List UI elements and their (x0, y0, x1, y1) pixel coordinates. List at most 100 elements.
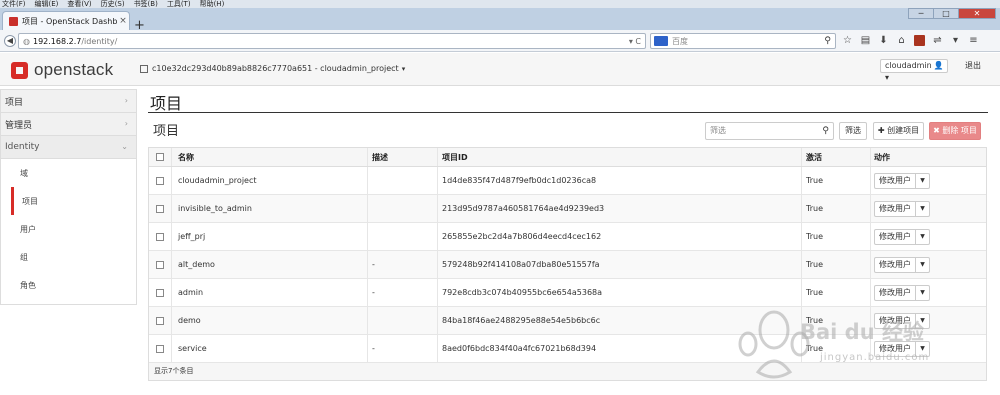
search-icon[interactable]: ⚲ (824, 36, 835, 46)
sidebar-item-roles[interactable]: 角色 (1, 271, 136, 299)
project-name[interactable]: demo (172, 307, 368, 334)
maximize-button[interactable]: □ (933, 8, 959, 19)
logo-text: openstack (34, 60, 114, 79)
title-divider (148, 112, 988, 113)
download-icon[interactable]: ⬇ (878, 35, 889, 46)
modify-users-button[interactable]: 修改用户 (874, 200, 916, 217)
select-all-checkbox[interactable] (156, 153, 164, 161)
menu-history[interactable]: 历史(S) (101, 0, 125, 8)
table-header: 名称 描述 项目ID 激活 动作 (149, 148, 986, 167)
modify-users-button[interactable]: 修改用户 (874, 256, 916, 273)
menu-edit[interactable]: 编辑(E) (35, 0, 59, 8)
sidebar-item-users[interactable]: 用户 (1, 215, 136, 243)
sidebar-item-label: 项目 (22, 196, 38, 206)
bookmark-star-icon[interactable]: ☆ (842, 35, 853, 46)
chevron-right-icon: › (124, 96, 128, 105)
project-name[interactable]: invisible_to_admin (172, 195, 368, 222)
sidebar-item-label: 角色 (20, 280, 36, 290)
delete-projects-button[interactable]: ✖ 删除 项目 (929, 122, 981, 140)
table-row: admin - 792e8cdb3c074b40955bc6e654a5368a… (149, 279, 986, 307)
project-name[interactable]: jeff_prj (172, 223, 368, 250)
trash-icon: ✖ (933, 126, 940, 135)
create-project-button[interactable]: ✚ 创建项目 (873, 122, 924, 140)
project-enabled: True (802, 195, 871, 222)
search-icon[interactable]: ⚲ (822, 123, 829, 139)
minimize-button[interactable]: ─ (908, 8, 934, 19)
bookmarks-list-icon[interactable]: ▤ (860, 35, 871, 46)
chevron-down-icon[interactable]: ▼ (916, 200, 930, 217)
tab-close-icon[interactable]: × (117, 16, 129, 26)
sidebar-section-label: 项目 (5, 97, 24, 108)
user-menu[interactable]: cloudadmin 👤▾ (880, 59, 948, 82)
home-icon[interactable]: ⌂ (896, 35, 907, 46)
openstack-favicon-icon (9, 16, 18, 26)
url-bar[interactable]: ◍ 192.168.2.7 /identity/ ▾ C (18, 33, 646, 49)
row-actions: 修改用户 ▼ (871, 167, 986, 194)
menu-bookmarks[interactable]: 书签(B) (134, 0, 158, 8)
filter-button[interactable]: 筛选 (839, 122, 867, 140)
browser-navbar: ◀ ◍ 192.168.2.7 /identity/ ▾ C 百度 ⚲ ☆ ▤ … (0, 30, 1000, 52)
project-id: 265855e2bc2d4a7b806d4eecd4cec162 (438, 223, 802, 250)
hamburger-menu-icon[interactable]: ≡ (968, 35, 979, 46)
browser-search-bar[interactable]: 百度 ⚲ (650, 33, 836, 49)
filter-input[interactable]: 筛选 ⚲ (705, 122, 834, 140)
project-description: - (368, 251, 438, 278)
browser-tab[interactable]: 项目 - OpenStack Dashb × (2, 11, 130, 30)
chevron-down-icon[interactable]: ▼ (916, 172, 930, 189)
project-id: 8aed0f6bdc834f40a4fc67021b68d394 (438, 335, 802, 362)
browser-menubar: 文件(F) 编辑(E) 查看(V) 历史(S) 书签(B) 工具(T) 帮助(H… (0, 0, 1000, 8)
chevron-down-icon[interactable]: ▼ (916, 228, 930, 245)
row-check-cell (149, 223, 172, 250)
row-checkbox[interactable] (156, 204, 164, 213)
menu-tools[interactable]: 工具(T) (167, 0, 191, 8)
close-window-button[interactable]: ✕ (958, 8, 996, 19)
project-description: - (368, 335, 438, 362)
table-row: alt_demo - 579248b92f414108a07dba80e5155… (149, 251, 986, 279)
row-checkbox[interactable] (156, 260, 164, 269)
row-checkbox[interactable] (156, 288, 164, 297)
modify-users-button[interactable]: 修改用户 (874, 172, 916, 189)
modify-users-button[interactable]: 修改用户 (874, 228, 916, 245)
sidebar-item-domains[interactable]: 域 (1, 159, 136, 187)
openstack-logo[interactable]: openstack (11, 60, 113, 80)
project-name[interactable]: admin (172, 279, 368, 306)
sidebar-item-groups[interactable]: 组 (1, 243, 136, 271)
row-checkbox[interactable] (156, 316, 164, 325)
baidu-engine-icon[interactable] (654, 36, 668, 46)
row-checkbox[interactable] (156, 344, 164, 353)
sidebar-section-admin[interactable]: 管理员 › (0, 112, 137, 135)
row-actions: 修改用户 ▼ (871, 251, 986, 278)
sidebar-item-projects[interactable]: 项目 (11, 187, 136, 215)
chevron-down-icon[interactable]: ▼ (916, 256, 930, 273)
menu-chevron-icon[interactable]: ▾ (950, 35, 961, 46)
row-checkbox[interactable] (156, 232, 164, 241)
reload-icon[interactable]: ▾ C (629, 37, 645, 46)
project-selector[interactable]: c10e32dc293d40b89ab8826c7770a651 - cloud… (140, 64, 405, 73)
menu-view[interactable]: 查看(V) (67, 0, 91, 8)
project-name[interactable]: service (172, 335, 368, 362)
chevron-down-icon[interactable]: ▼ (916, 284, 930, 301)
back-icon[interactable]: ◀ (4, 35, 16, 47)
sidebar-section-project[interactable]: 项目 › (0, 89, 137, 112)
extension-icon[interactable]: ⇌ (932, 35, 943, 46)
project-enabled: True (802, 167, 871, 194)
row-check-cell (149, 167, 172, 194)
menu-help[interactable]: 帮助(H) (200, 0, 225, 8)
column-header-enabled[interactable]: 激活 (802, 148, 871, 166)
column-header-description[interactable]: 描述 (368, 148, 438, 166)
addon-icon[interactable] (914, 35, 925, 46)
modify-users-button[interactable]: 修改用户 (874, 284, 916, 301)
project-name[interactable]: alt_demo (172, 251, 368, 278)
project-description (368, 223, 438, 250)
row-actions: 修改用户 ▼ (871, 223, 986, 250)
column-header-name[interactable]: 名称 (172, 148, 368, 166)
column-header-project-id[interactable]: 项目ID (438, 148, 802, 166)
table-row: jeff_prj 265855e2bc2d4a7b806d4eecd4cec16… (149, 223, 986, 251)
row-checkbox[interactable] (156, 176, 164, 185)
logout-link[interactable]: 退出 (965, 60, 981, 71)
project-description (368, 195, 438, 222)
project-name[interactable]: cloudadmin_project (172, 167, 368, 194)
project-description: - (368, 279, 438, 306)
menu-file[interactable]: 文件(F) (2, 0, 26, 8)
sidebar-section-identity[interactable]: Identity ⌄ (0, 135, 137, 158)
